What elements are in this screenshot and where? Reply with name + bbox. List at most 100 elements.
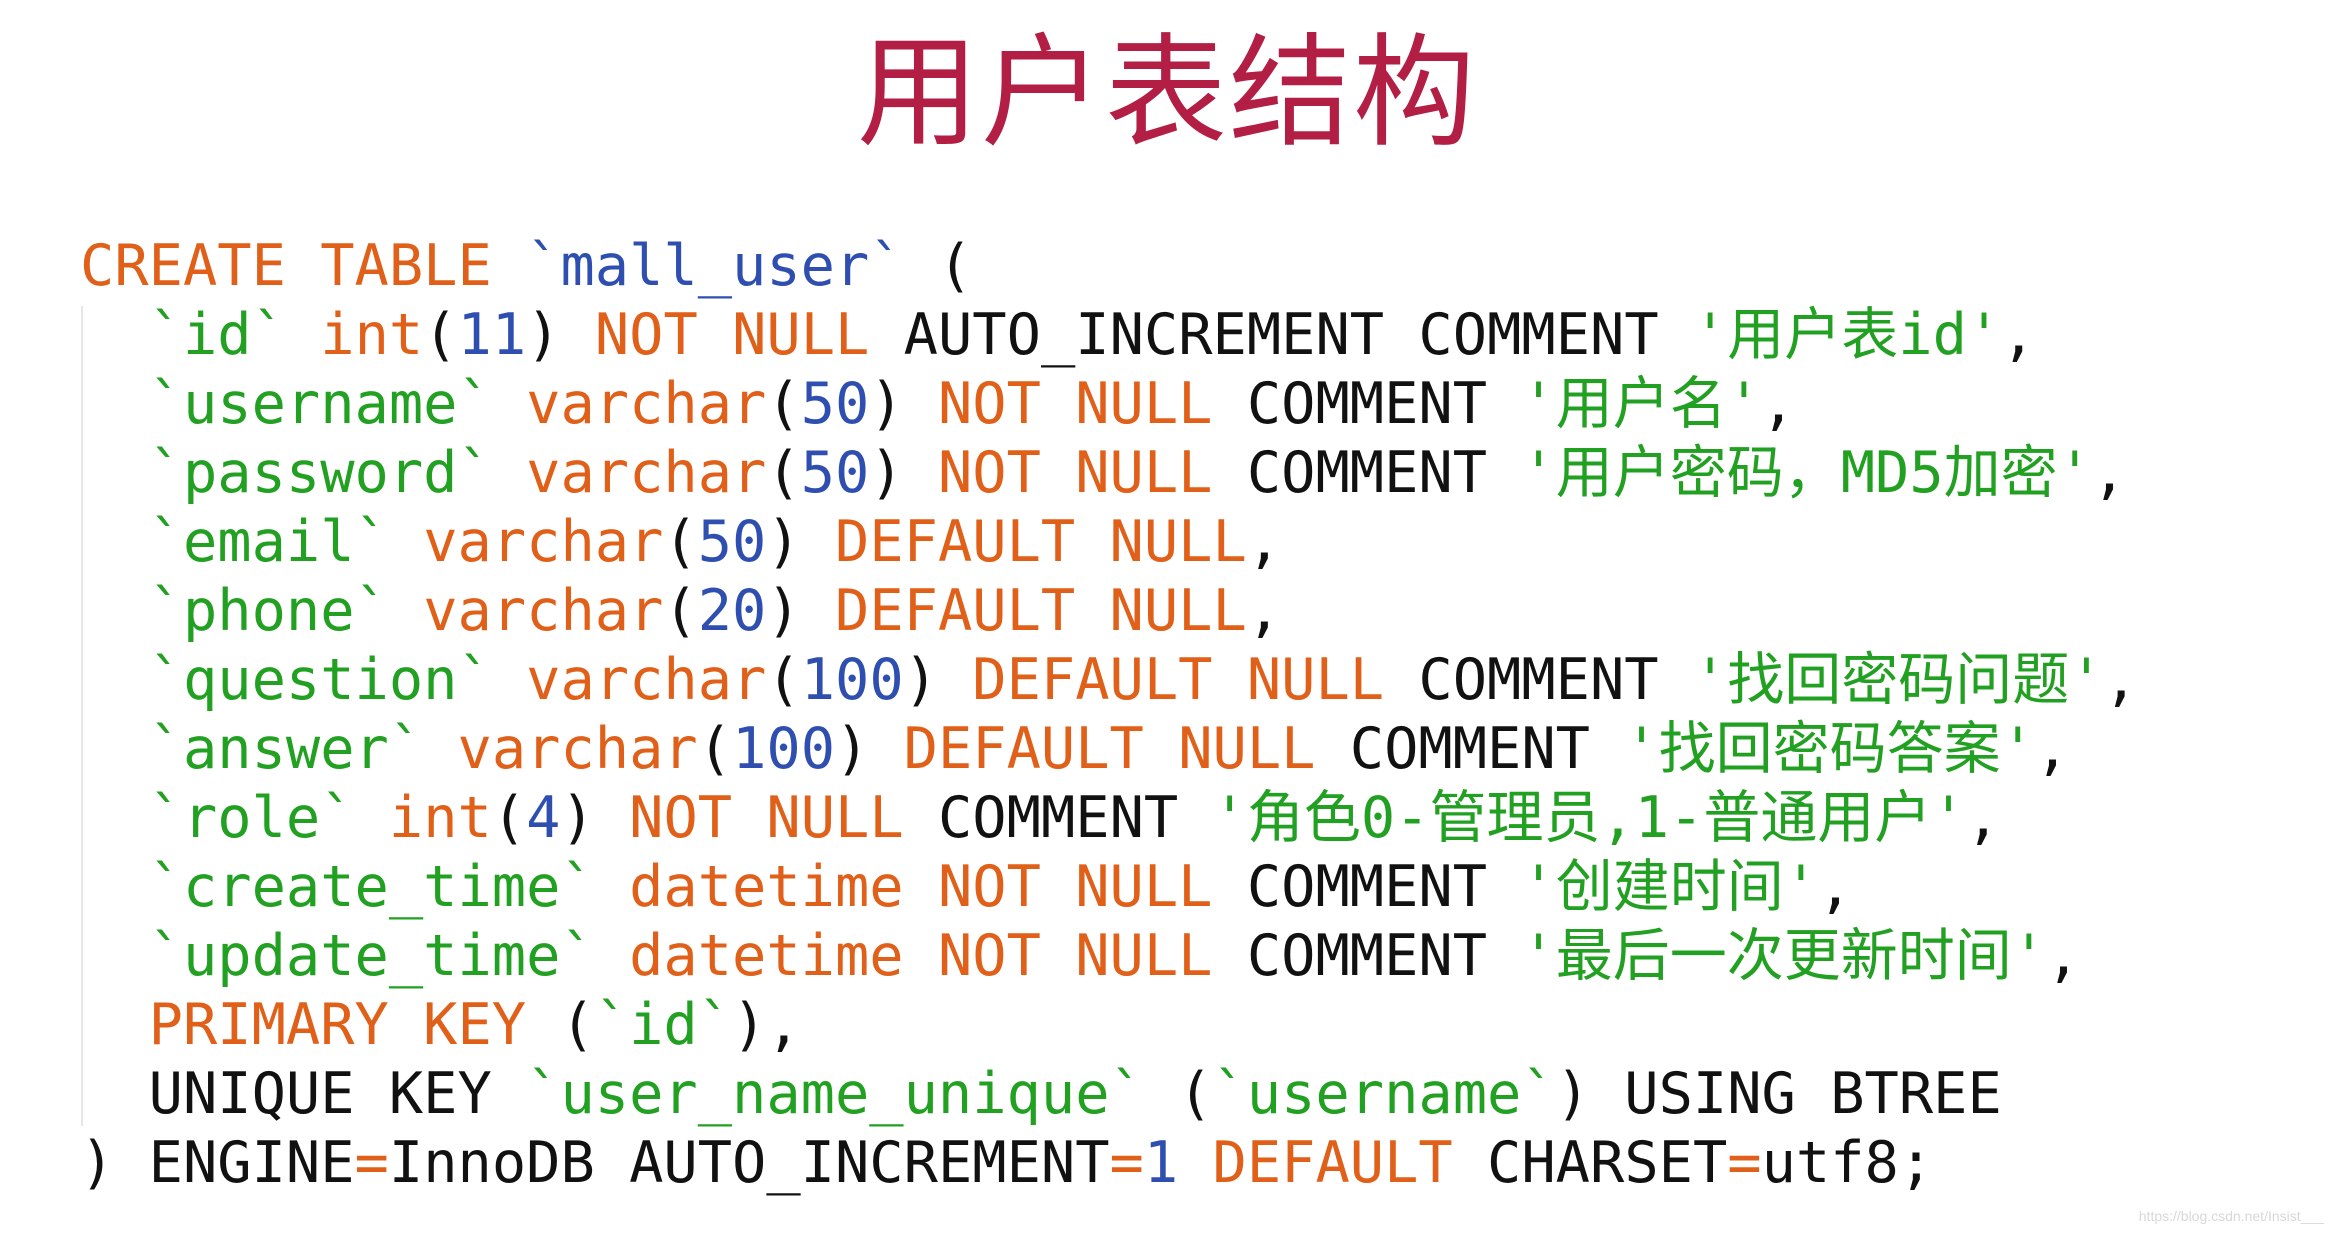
plain-text: COMMENT bbox=[1212, 854, 1522, 920]
code-line: CREATE TABLE `mall_user` ( bbox=[80, 232, 2138, 301]
plain-text bbox=[904, 923, 938, 989]
plain-text: ) bbox=[903, 647, 973, 713]
sql-keyword: varchar bbox=[423, 578, 664, 644]
plain-text bbox=[389, 509, 423, 575]
plain-text: ) ENGINE bbox=[80, 1130, 355, 1196]
column-identifier: `answer` bbox=[148, 716, 424, 782]
plain-text: COMMENT bbox=[1212, 371, 1522, 437]
sql-keyword: NOT NULL bbox=[937, 854, 1213, 920]
plain-text: ) bbox=[869, 371, 938, 437]
plain-text bbox=[492, 233, 526, 299]
number-literal: 100 bbox=[732, 716, 836, 782]
sql-keyword: DEFAULT bbox=[1212, 1130, 1453, 1196]
plain-text: ( bbox=[766, 440, 801, 506]
plain-text: ( bbox=[423, 302, 458, 368]
plain-text: ) bbox=[526, 302, 595, 368]
plain-text bbox=[80, 992, 149, 1058]
plain-text bbox=[80, 854, 149, 920]
operator: = bbox=[1727, 1130, 1762, 1196]
column-identifier: `password` bbox=[148, 440, 492, 506]
sql-keyword: datetime bbox=[629, 854, 904, 920]
comment-string: '用户名' bbox=[1521, 371, 1762, 437]
plain-text bbox=[492, 371, 526, 437]
sql-keyword: varchar bbox=[526, 647, 767, 713]
code-line: `update_time` datetime NOT NULL COMMENT … bbox=[80, 922, 2138, 991]
plain-text: ( bbox=[526, 992, 595, 1058]
plain-text: ) bbox=[835, 716, 904, 782]
plain-text: CHARSET bbox=[1452, 1130, 1728, 1196]
plain-text: , bbox=[2091, 440, 2127, 506]
sql-keyword: varchar bbox=[423, 509, 664, 575]
comment-string: '创建时间' bbox=[1521, 854, 1819, 920]
number-literal: 20 bbox=[697, 578, 767, 644]
plain-text: , bbox=[2103, 647, 2138, 713]
sql-keyword: datetime bbox=[629, 923, 904, 989]
code-line: ) ENGINE=InnoDB AUTO_INCREMENT=1 DEFAULT… bbox=[80, 1129, 2138, 1198]
plain-text bbox=[1178, 1130, 1212, 1196]
plain-text: ( bbox=[903, 233, 973, 299]
plain-text: COMMENT bbox=[903, 785, 1213, 851]
comment-string: '用户表id' bbox=[1692, 302, 2002, 368]
plain-text bbox=[355, 785, 389, 851]
column-identifier: `role` bbox=[148, 785, 355, 851]
code-line: `phone` varchar(20) DEFAULT NULL, bbox=[80, 577, 2138, 646]
column-identifier: `question` bbox=[148, 647, 492, 713]
plain-text: , bbox=[1818, 854, 1853, 920]
code-line: `create_time` datetime NOT NULL COMMENT … bbox=[80, 853, 2138, 922]
sql-keyword: varchar bbox=[526, 371, 767, 437]
plain-text: ( bbox=[1143, 1061, 1213, 1127]
plain-text bbox=[492, 647, 526, 713]
sql-keyword: int bbox=[320, 302, 424, 368]
plain-text: ( bbox=[766, 647, 801, 713]
sql-keyword: DEFAULT NULL bbox=[972, 647, 1385, 713]
plain-text: , bbox=[1246, 578, 1282, 644]
plain-text bbox=[80, 785, 149, 851]
plain-text bbox=[595, 923, 629, 989]
column-identifier: `user_name_unique` bbox=[526, 1061, 1144, 1127]
plain-text bbox=[423, 716, 457, 782]
plain-text: ) USING BTREE bbox=[1555, 1061, 2002, 1127]
code-line: `answer` varchar(100) DEFAULT NULL COMME… bbox=[80, 715, 2138, 784]
plain-text bbox=[80, 647, 149, 713]
plain-text bbox=[80, 302, 149, 368]
plain-text: COMMENT bbox=[1315, 716, 1625, 782]
sql-keyword: PRIMARY KEY bbox=[148, 992, 527, 1058]
sql-keyword: DEFAULT NULL bbox=[903, 716, 1316, 782]
sql-keyword: DEFAULT NULL bbox=[835, 509, 1247, 575]
plain-text: ) bbox=[869, 440, 938, 506]
plain-text: ( bbox=[697, 716, 733, 782]
plain-text: UNIQUE KEY bbox=[80, 1061, 527, 1127]
sql-keyword: NOT NULL bbox=[594, 302, 870, 368]
column-identifier: `update_time` bbox=[148, 923, 595, 989]
code-line: `password` varchar(50) NOT NULL COMMENT … bbox=[80, 439, 2138, 508]
plain-text bbox=[80, 923, 149, 989]
plain-text bbox=[492, 440, 526, 506]
plain-text: , bbox=[2034, 716, 2070, 782]
comment-string: '找回密码答案' bbox=[1624, 716, 2035, 782]
number-literal: 50 bbox=[697, 509, 767, 575]
plain-text: , bbox=[2001, 302, 2036, 368]
plain-text: COMMENT bbox=[1212, 440, 1522, 506]
plain-text bbox=[389, 578, 423, 644]
plain-text: ( bbox=[491, 785, 527, 851]
comment-string: '最后一次更新时间' bbox=[1521, 923, 2047, 989]
plain-text bbox=[80, 440, 149, 506]
sql-keyword: varchar bbox=[526, 440, 767, 506]
plain-text: ) bbox=[766, 509, 836, 575]
plain-text bbox=[904, 854, 938, 920]
code-line: `role` int(4) NOT NULL COMMENT '角色0-管理员,… bbox=[80, 784, 2138, 853]
sql-keyword: int bbox=[388, 785, 492, 851]
plain-text: , bbox=[1965, 785, 2001, 851]
comment-string: '用户密码，MD5加密' bbox=[1521, 440, 2092, 506]
number-literal: 4 bbox=[526, 785, 561, 851]
operator: = bbox=[1109, 1130, 1144, 1196]
column-identifier: `username` bbox=[148, 371, 492, 437]
plain-text: utf8; bbox=[1761, 1130, 1934, 1196]
code-line: `question` varchar(100) DEFAULT NULL COM… bbox=[80, 646, 2138, 715]
plain-text: ( bbox=[663, 509, 698, 575]
sql-keyword: DEFAULT NULL bbox=[835, 578, 1247, 644]
plain-text bbox=[80, 578, 149, 644]
plain-text: ( bbox=[663, 578, 698, 644]
plain-text: AUTO_INCREMENT COMMENT bbox=[869, 302, 1693, 368]
code-line: `id` int(11) NOT NULL AUTO_INCREMENT COM… bbox=[80, 301, 2138, 370]
